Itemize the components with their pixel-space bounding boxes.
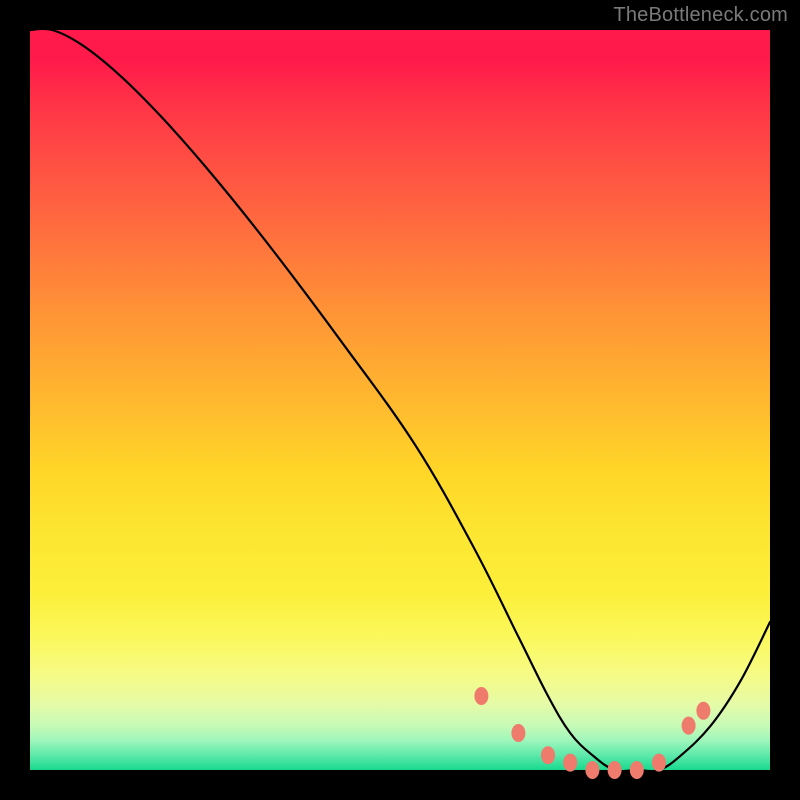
highlight-dot (474, 687, 488, 705)
highlight-dot (630, 761, 644, 779)
highlight-dot (585, 761, 599, 779)
highlight-dot (652, 754, 666, 772)
bottleneck-curve-line (30, 29, 770, 771)
highlight-dot (696, 702, 710, 720)
highlight-dot (563, 754, 577, 772)
highlight-dot (541, 746, 555, 764)
highlight-dot (608, 761, 622, 779)
chart-svg (30, 30, 770, 770)
attribution-text: TheBottleneck.com (613, 4, 788, 27)
plot-area (30, 30, 770, 770)
highlight-dot (511, 724, 525, 742)
highlight-dot (682, 717, 696, 735)
highlight-dot-group (474, 687, 710, 779)
